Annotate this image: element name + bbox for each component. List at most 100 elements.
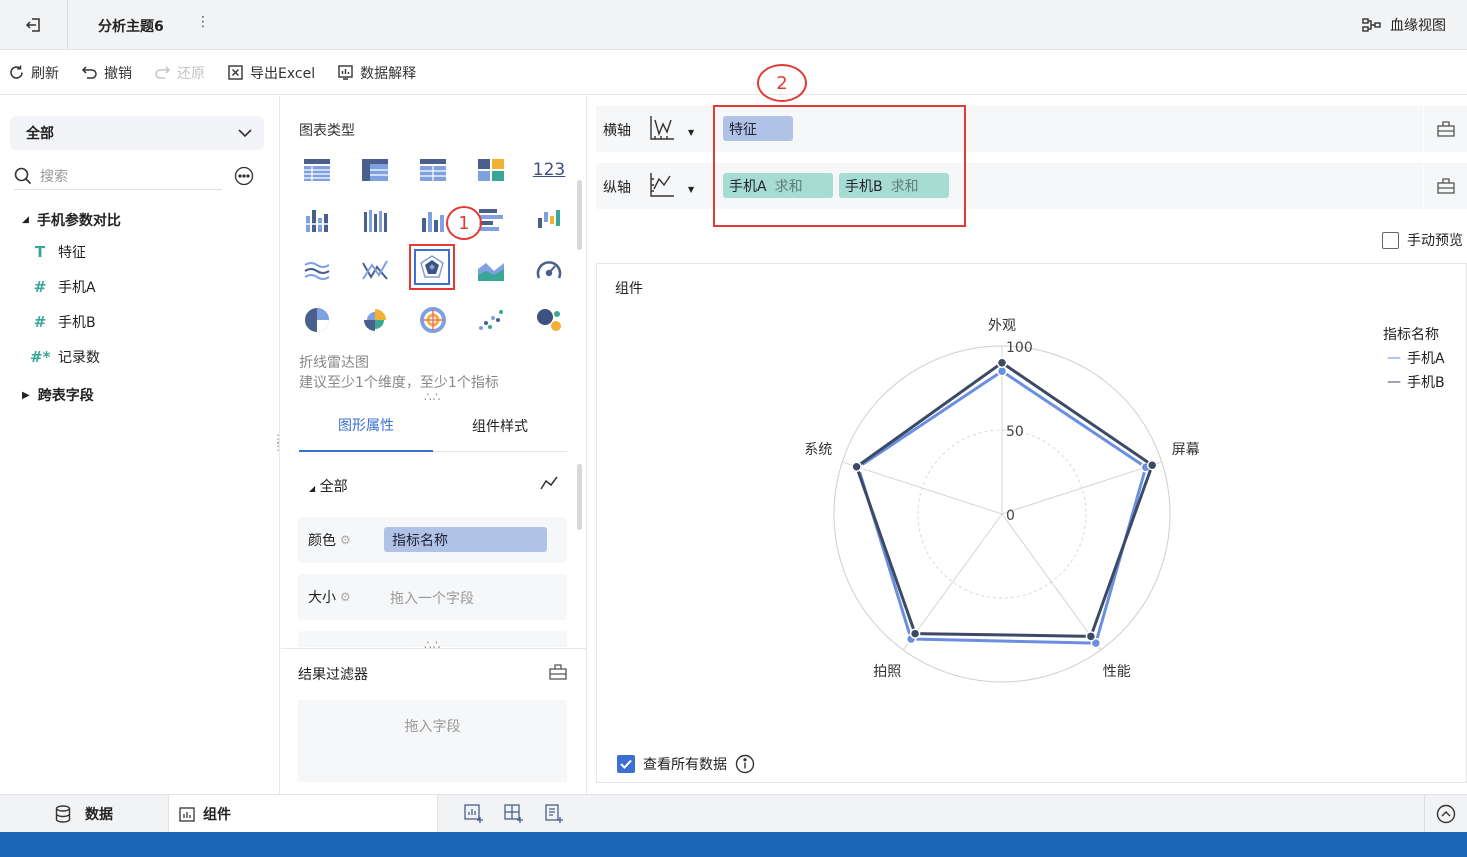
tab-data-label: 数据 [85,807,113,823]
y-axis-icon[interactable] [648,171,676,203]
tab-graphic-properties[interactable]: 图形属性 [299,400,433,452]
caret-down-icon[interactable]: ▼ [688,185,694,194]
radar-tick-label: 100 [1006,340,1033,356]
legend-title: 指标名称 [1383,327,1439,343]
rose-chart-icon[interactable] [357,302,393,338]
settings-icon[interactable]: ⚙ [340,590,351,604]
back-button[interactable] [0,0,68,50]
refresh-button[interactable]: 刷新 [8,63,59,83]
property-scope[interactable]: ◢ 全部 [309,476,348,496]
tab-component[interactable]: 组件 [168,795,438,833]
bubble-chart-icon[interactable] [531,302,567,338]
waterfall-chart-icon[interactable] [531,202,567,238]
gauge-chart-icon[interactable] [531,252,567,288]
area-chart-icon[interactable] [473,252,509,288]
radar-category-label: 拍照 [873,664,901,680]
size-property-row[interactable]: 大小 ⚙ 拖入一个字段 [298,574,567,620]
caret-down-icon[interactable]: ▼ [688,128,694,137]
stacked-bar-icon[interactable] [299,202,335,238]
chevron-down-icon [238,128,252,137]
y-axis-label: 纵轴 [603,180,631,196]
field-item[interactable]: #* 记录数 [30,347,100,367]
exit-icon [25,18,40,32]
multi-pie-icon[interactable] [415,302,451,338]
export-excel-button[interactable]: 导出Excel [227,63,315,83]
split-handle[interactable]: ∴∴ [424,638,441,652]
radar-category-label: 系统 [804,442,832,458]
tab-component-style[interactable]: 组件样式 [433,400,567,452]
info-icon[interactable] [735,754,755,774]
filter-drop-zone[interactable]: 拖入字段 [298,700,567,782]
add-tools [464,804,564,824]
detail-table-icon[interactable] [415,152,451,188]
redo-icon [155,66,171,79]
data-explain-button[interactable]: 数据解释 [337,63,416,83]
selected-chart-hint: 建议至少1个维度，至少1个指标 [299,375,499,391]
color-property-row[interactable]: 颜色 ⚙ 指标名称 [298,517,567,563]
manual-preview-checkbox[interactable]: 手动预览 [1382,230,1463,250]
more-options-icon[interactable] [234,166,254,190]
page-title: 分析主题6 [98,19,164,35]
scatter-chart-icon[interactable] [473,302,509,338]
chart-legend[interactable]: 指标名称 — 手机A — 手机B [1383,324,1445,392]
property-scope-label: 全部 [319,479,348,495]
field-item[interactable]: T 特征 [30,242,86,262]
collapse-button[interactable] [1424,795,1467,833]
size-drop-placeholder: 拖入一个字段 [390,591,474,607]
radar-chart-option[interactable] [409,244,455,290]
pie-chart-icon[interactable] [299,302,335,338]
os-taskbar [0,832,1467,857]
legend-label: 手机B [1407,375,1445,391]
pivot-table-icon[interactable] [357,152,393,188]
legend-item-a[interactable]: — 手机A [1387,348,1445,368]
add-report-icon[interactable] [544,804,564,824]
top-bar: 分析主题6 ⋮ 血缘视图 [0,0,1467,50]
add-dashboard-icon[interactable] [504,804,524,824]
x-axis-icon[interactable] [648,114,676,146]
search-box[interactable]: 搜索 [14,162,222,190]
table-name: 手机参数对比 [36,213,121,229]
legend-item-b[interactable]: — 手机B [1387,372,1445,392]
field-item[interactable]: # 手机A [30,277,96,297]
settings-icon[interactable]: ⚙ [340,533,351,547]
x-axis-label: 横轴 [603,123,631,139]
cross-table-node[interactable]: ▶ 跨表字段 [22,385,94,405]
table-chart-icon[interactable] [299,152,335,188]
tab-data[interactable]: 数据 [0,795,168,833]
trend-line-icon[interactable] [357,252,393,288]
filter-settings-icon[interactable] [549,664,567,684]
chart-config-panel: 图表类型 123 1 折线雷达图 建议至少1个维度，至少1个指标 ∴∴ 图形属性… [281,96,587,794]
kpi-card-icon[interactable] [473,152,509,188]
checkbox-checked[interactable] [617,755,635,773]
redo-button[interactable]: 还原 [154,63,205,83]
line-chart-icon[interactable] [299,252,335,288]
add-component-icon[interactable] [464,804,484,824]
legend-swatch-a: — [1387,350,1401,366]
axis-settings-icon[interactable] [1423,106,1467,152]
checkbox-unchecked[interactable] [1382,231,1399,249]
undo-button[interactable]: 撤销 [81,63,132,83]
axis-settings-icon[interactable] [1423,163,1467,209]
field-item[interactable]: # 手机B [30,312,96,332]
view-all-data-checkbox[interactable]: 查看所有数据 [617,754,755,774]
grouped-bar-icon[interactable] [357,202,393,238]
color-field-pill[interactable]: 指标名称 [384,527,547,552]
tab-component-label: 组件 [203,807,231,823]
property-scrollbar[interactable] [577,464,582,530]
lineage-view-button[interactable]: 血缘视图 [1362,15,1446,35]
scope-value: 全部 [26,126,54,142]
scope-select[interactable]: 全部 [10,116,264,150]
chart-list-scrollbar[interactable] [577,180,582,250]
table-node[interactable]: ◢ 手机参数对比 [22,210,121,230]
chevron-up-circle-icon [1436,804,1456,824]
data-explain-label: 数据解释 [360,65,417,82]
number-card-icon[interactable]: 123 [531,152,567,188]
text-field-icon: T [34,243,46,261]
excel-icon [228,65,243,80]
title-more-icon[interactable]: ⋮ [196,14,210,30]
line-style-icon[interactable] [539,474,559,496]
annotation-marker-1: 1 [446,206,482,240]
radar-chart[interactable]: 0 50 100 外观屏幕性能 拍照 系统 [597,264,1466,744]
search-input[interactable]: 搜索 [40,166,68,186]
field-panel: 全部 搜索 ◢ 手机参数对比 T 特征 # 手机A # 手机B #* 记录数 ▶… [0,96,284,794]
